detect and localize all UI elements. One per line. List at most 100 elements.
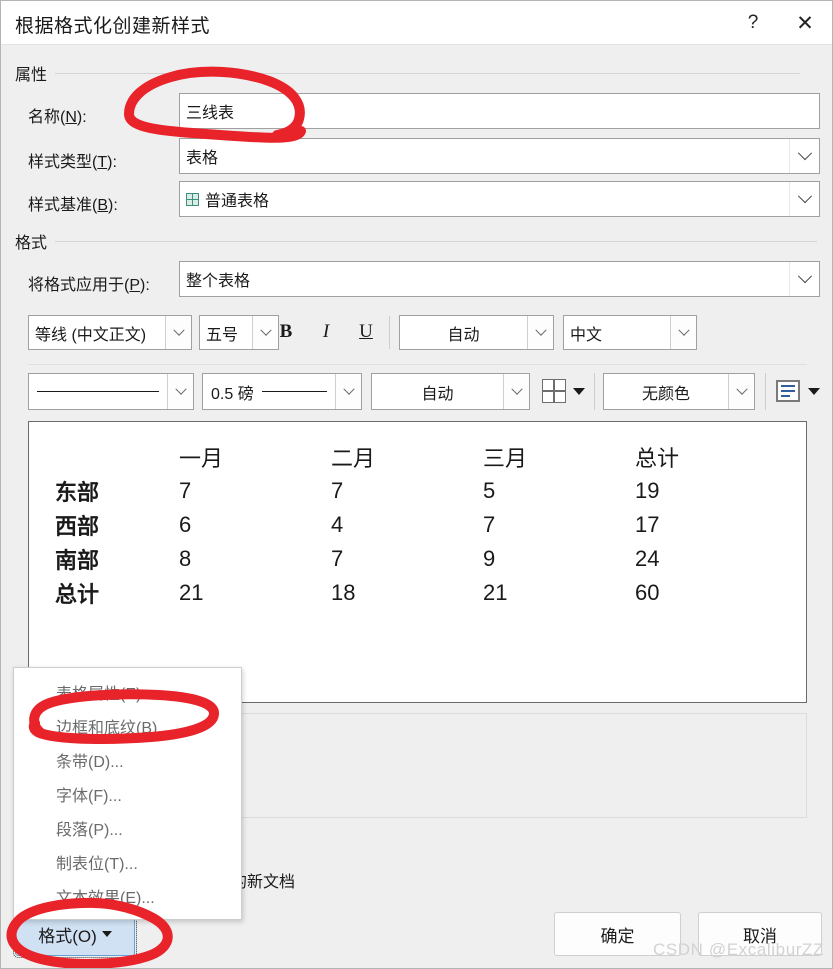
chevron-down-icon[interactable] (167, 374, 193, 409)
menu-item-banding[interactable]: 条带(D)... (14, 743, 241, 777)
table-column-header: 总计 (635, 446, 680, 471)
chevron-down-icon[interactable] (789, 139, 819, 173)
menu-item-paragraph[interactable]: 段落(P)... (14, 811, 241, 845)
italic-button[interactable]: I (311, 317, 341, 347)
close-icon[interactable]: ✕ (782, 1, 828, 45)
chevron-down-icon[interactable] (789, 262, 819, 296)
menu-item-table-properties[interactable]: 表格属性(E)... (14, 675, 241, 709)
menu-item-text-effects[interactable]: 文本效果(E)... (14, 879, 241, 913)
font-color-value: 自动 (447, 326, 480, 344)
style-preview: 一月 二月 三月 总计 东部 7 7 5 19 西部 6 4 7 17 南部 8… (28, 421, 807, 703)
table-cell: 21 (179, 580, 204, 605)
font-size-select[interactable]: 五号 (199, 315, 279, 350)
table-cell: 7 (331, 546, 344, 571)
style-type-select[interactable]: 表格 (179, 138, 820, 174)
solid-line-icon (29, 391, 167, 392)
chevron-down-icon[interactable] (335, 374, 361, 409)
table-row-header: 东部 (55, 480, 100, 505)
weight-sample-line-icon (261, 391, 327, 392)
dialog-titlebar: 根据格式化创建新样式 ? ✕ (1, 1, 832, 45)
borders-button[interactable] (542, 379, 585, 403)
toolbar-separator (594, 373, 595, 410)
chevron-down-icon[interactable] (670, 316, 696, 349)
group-divider (55, 72, 801, 74)
table-cell: 60 (635, 580, 660, 605)
chevron-down-icon[interactable] (808, 387, 820, 395)
table-row-header: 总计 (55, 582, 100, 607)
toolbar-separator (765, 373, 766, 410)
table-cell: 6 (179, 512, 192, 537)
menu-item-tabs[interactable]: 制表位(T)... (14, 845, 241, 879)
font-family-select[interactable]: 等线 (中文正文) (28, 315, 192, 350)
table-cell: 19 (635, 478, 660, 503)
line-weight-select[interactable]: 0.5 磅 (202, 373, 362, 410)
table-row: 南部 8 7 9 24 (49, 542, 787, 576)
name-label: 名称(N): (28, 103, 87, 127)
line-color-select[interactable]: 自动 (371, 373, 530, 410)
apply-to-value: 整个表格 (186, 273, 251, 290)
table-cell: 7 (179, 478, 192, 503)
table-cell: 7 (331, 478, 344, 503)
format-context-menu[interactable]: 表格属性(E)... 边框和底纹(B)... 条带(D)... 字体(F)...… (13, 667, 242, 920)
table-cell: 17 (635, 512, 660, 537)
table-column-header: 一月 (179, 446, 224, 471)
style-basis-value: 普通表格 (205, 193, 270, 210)
apply-to-label-key: P (129, 277, 141, 294)
underline-button[interactable]: U (351, 317, 381, 347)
name-input-value: 三线表 (186, 105, 235, 122)
style-basis-label-key: B (97, 197, 109, 214)
format-group-header: 格式 (15, 229, 820, 253)
table-corner-cell (49, 440, 179, 474)
language-select[interactable]: 中文 (563, 315, 697, 350)
style-type-label-suffix: ): (107, 154, 117, 171)
apply-to-label-suffix: ): (140, 277, 150, 294)
language-value: 中文 (570, 326, 603, 344)
table-column-header: 三月 (483, 446, 528, 471)
group-divider (55, 240, 818, 242)
properties-group-header: 属性 (15, 61, 820, 85)
bold-button[interactable]: B (271, 317, 301, 347)
font-family-value: 等线 (中文正文) (35, 326, 147, 344)
table-cell: 24 (635, 546, 660, 571)
name-input[interactable]: 三线表 (179, 93, 820, 129)
line-color-value: 自动 (421, 385, 454, 403)
format-button-label: 格式(O) (38, 926, 97, 946)
line-style-select[interactable] (28, 373, 194, 410)
chevron-down-icon (101, 931, 112, 937)
chevron-down-icon[interactable] (573, 387, 585, 395)
table-cell: 4 (331, 512, 344, 537)
table-row: 东部 7 7 5 19 (49, 474, 787, 508)
menu-item-font[interactable]: 字体(F)... (14, 777, 241, 811)
apply-to-label: 将格式应用于(P): (28, 271, 150, 295)
shading-color-select[interactable]: 无颜色 (603, 373, 755, 410)
apply-to-select[interactable]: 整个表格 (179, 261, 820, 297)
style-basis-label-suffix: ): (108, 197, 118, 214)
shading-color-value: 无颜色 (641, 385, 690, 403)
text-effects-button[interactable] (776, 380, 820, 402)
menu-item-borders-and-shading[interactable]: 边框和底纹(B)... (14, 709, 241, 743)
name-label-suffix: ): (76, 109, 87, 126)
format-group-label: 格式 (15, 235, 48, 252)
table-column-header: 二月 (331, 446, 376, 471)
apply-to-label-prefix: 将格式应用于( (28, 277, 130, 294)
chevron-down-icon[interactable] (527, 316, 553, 349)
table-cell: 21 (483, 580, 508, 605)
help-icon[interactable]: ? (730, 1, 776, 45)
style-type-label-prefix: 样式类型( (28, 154, 98, 171)
toolbar-row-divider (28, 364, 807, 365)
chevron-down-icon[interactable] (789, 182, 819, 216)
text-lines-icon (776, 380, 800, 402)
chevron-down-icon[interactable] (503, 374, 529, 409)
watermark: CSDN @ExcaliburZZ (652, 940, 824, 959)
table-grid-icon (186, 192, 199, 206)
chevron-down-icon[interactable] (165, 316, 191, 349)
chevron-down-icon[interactable] (728, 374, 754, 409)
table-cell: 5 (483, 478, 496, 503)
style-basis-select[interactable]: 普通表格 (179, 181, 820, 217)
font-color-select[interactable]: 自动 (399, 315, 554, 350)
style-type-label-key: T (97, 154, 108, 171)
style-type-label: 样式类型(T): (28, 148, 117, 172)
toolbar-separator (389, 316, 390, 349)
line-weight-value: 0.5 磅 (211, 385, 254, 403)
table-cell: 8 (179, 546, 192, 571)
